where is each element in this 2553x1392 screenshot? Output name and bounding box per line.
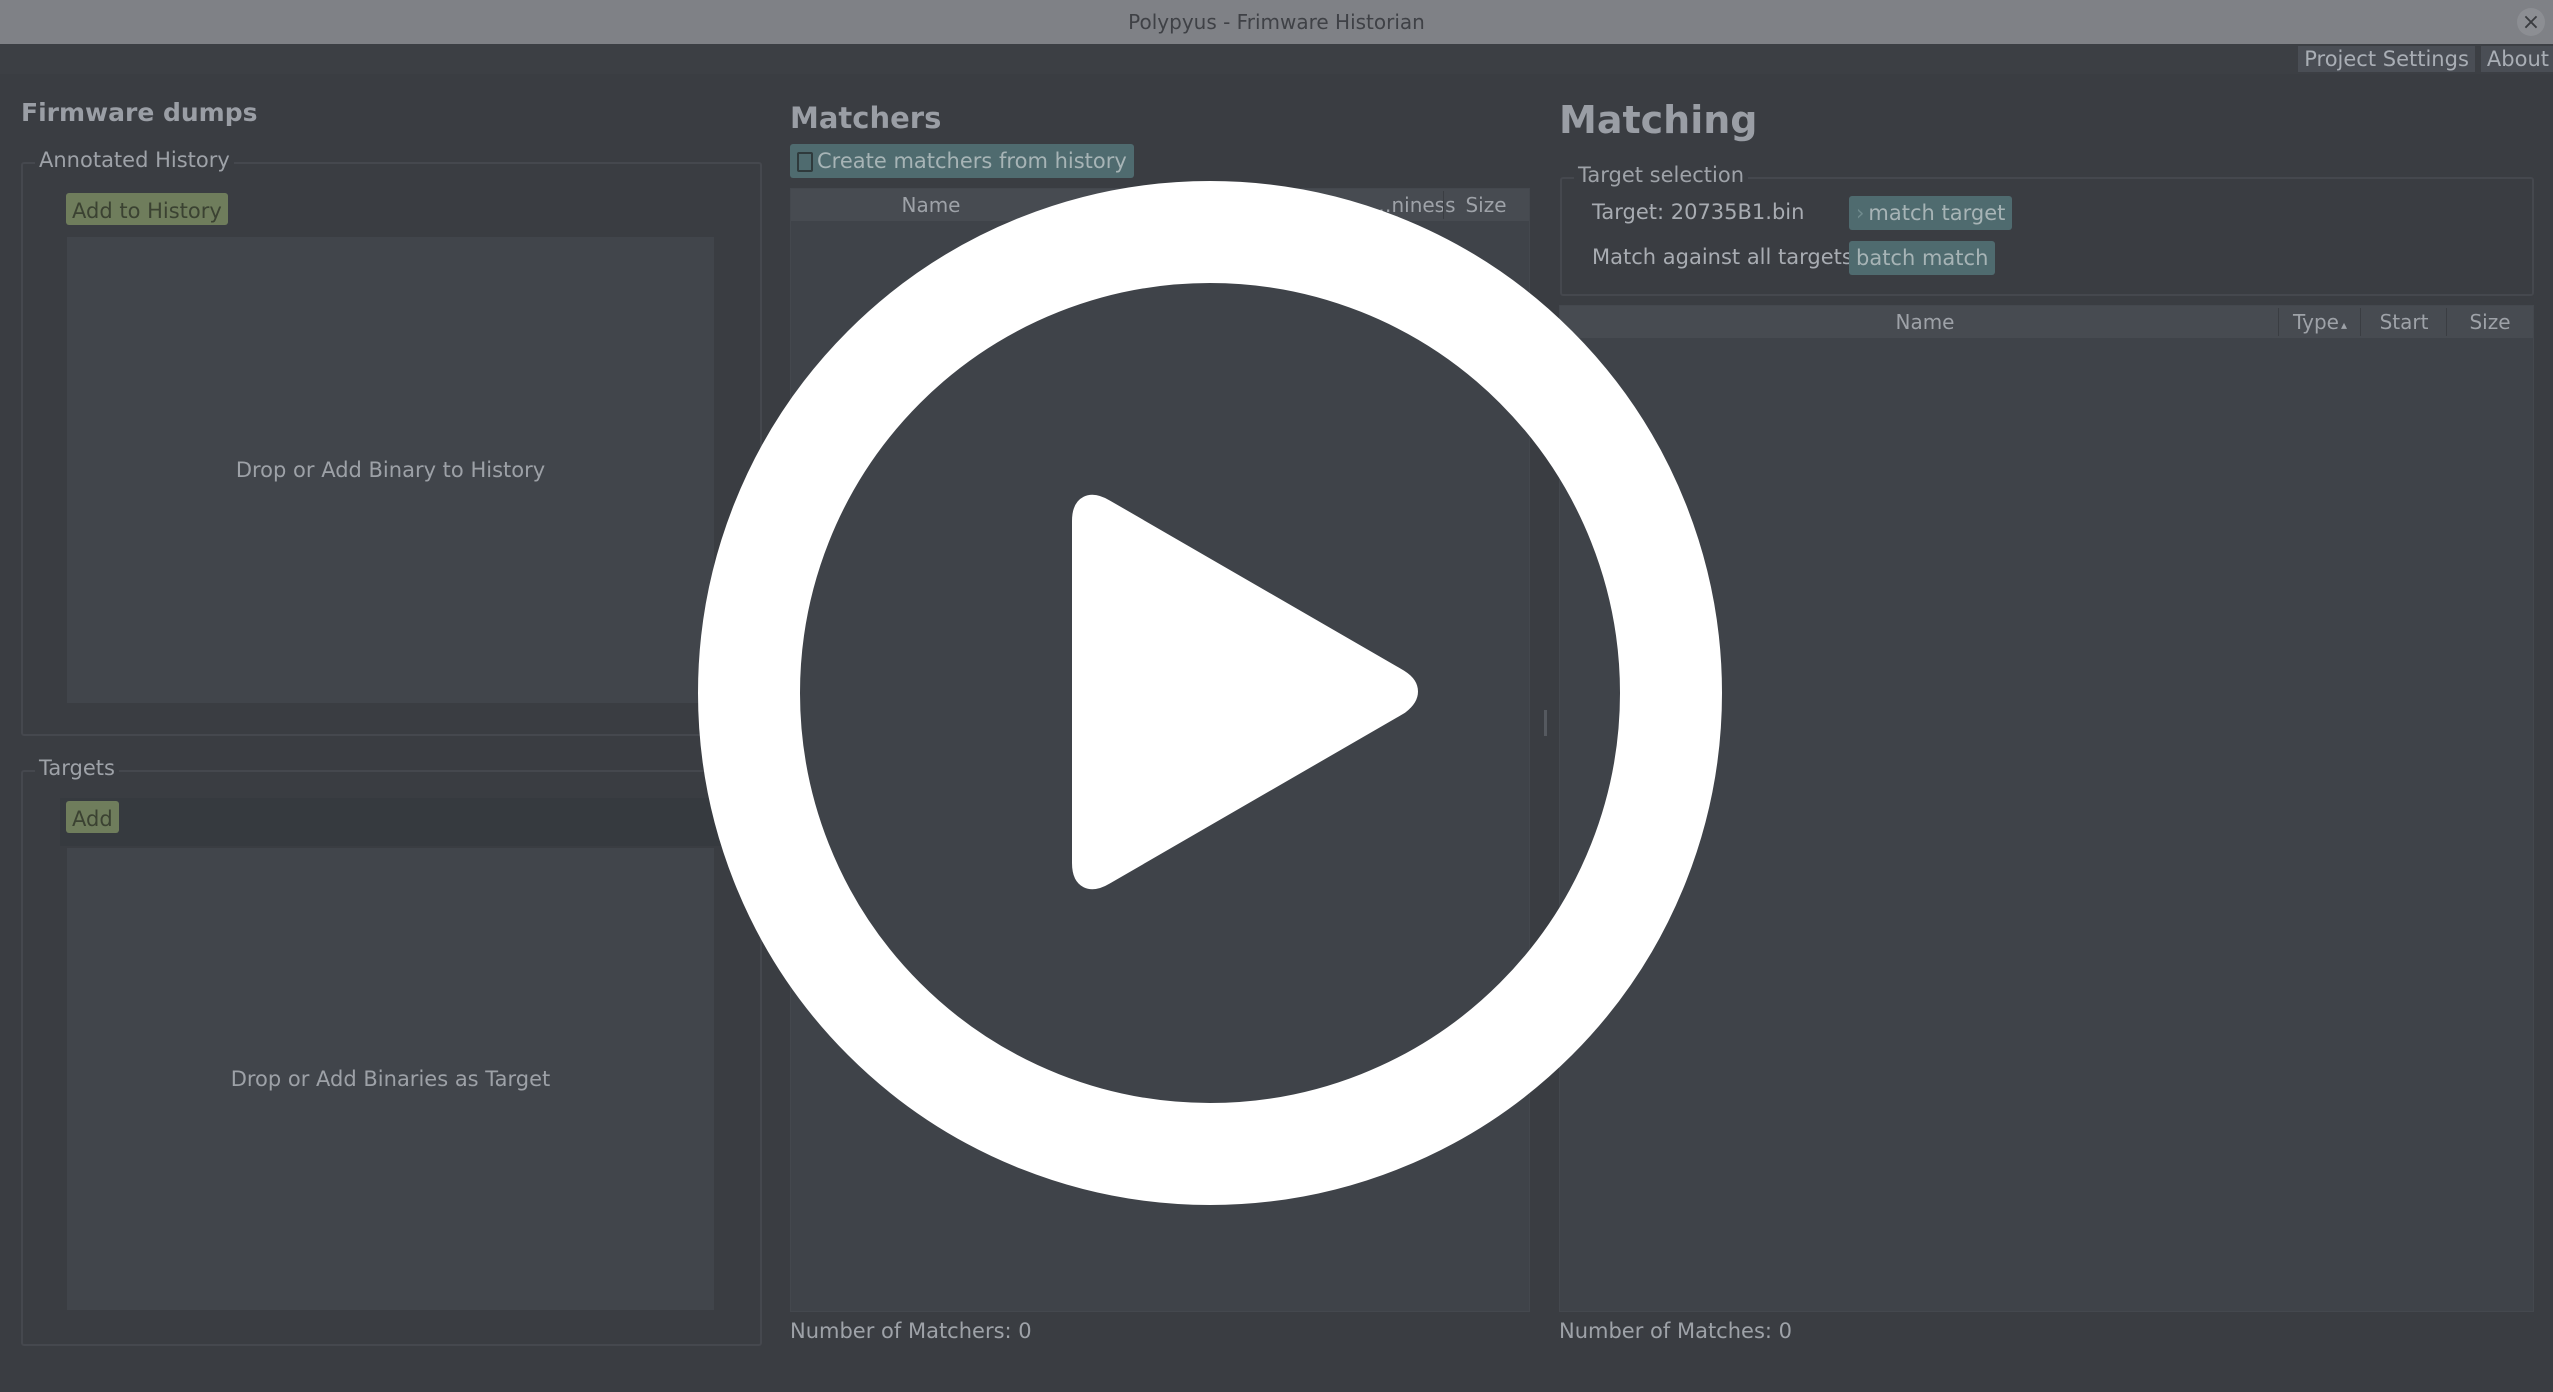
create-matchers-label: Create matchers from history xyxy=(817,149,1127,173)
matches-col-divider xyxy=(2278,308,2279,336)
chevron-right-icon: › xyxy=(1856,201,1865,225)
matches-col-start[interactable]: Start xyxy=(2362,306,2446,338)
close-button[interactable]: × xyxy=(2517,8,2545,36)
menubar: Project Settings About xyxy=(0,44,2553,74)
targets-drop-zone[interactable]: Drop or Add Binaries as Target xyxy=(67,848,714,1310)
match-target-label: match target xyxy=(1868,201,2006,225)
matches-count: Number of Matches: 0 xyxy=(1559,1319,1792,1343)
history-drop-zone[interactable]: Drop or Add Binary to History xyxy=(67,237,714,703)
sort-ascending-icon: ▴ xyxy=(2340,318,2347,332)
match-target-button[interactable]: › match target xyxy=(1849,196,2013,230)
batch-match-button[interactable]: batch match xyxy=(1849,241,1996,275)
firmware-dumps-heading: Firmware dumps xyxy=(21,98,258,127)
close-icon: × xyxy=(2521,9,2541,35)
create-matchers-button[interactable]: Create matchers from history xyxy=(790,144,1134,178)
add-target-button[interactable]: Add xyxy=(66,801,119,833)
app-window: Polypyus - Frimware Historian × Project … xyxy=(0,0,2553,1392)
add-to-history-button[interactable]: Add to History xyxy=(66,193,228,225)
window-title: Polypyus - Frimware Historian xyxy=(1128,10,1425,34)
matchers-count: Number of Matchers: 0 xyxy=(790,1319,1032,1343)
matchers-heading: Matchers xyxy=(790,101,942,135)
play-overlay[interactable] xyxy=(698,181,1722,1205)
matches-col-divider xyxy=(2446,308,2447,336)
window-titlebar: Polypyus - Frimware Historian × xyxy=(0,0,2553,44)
matches-col-type-label: Type xyxy=(2293,310,2339,334)
matches-col-size[interactable]: Size xyxy=(2448,306,2532,338)
document-icon xyxy=(797,152,813,172)
history-drop-hint: Drop or Add Binary to History xyxy=(235,458,546,482)
matches-col-divider xyxy=(2360,308,2361,336)
matching-heading: Matching xyxy=(1559,98,1758,142)
menu-project-settings[interactable]: Project Settings xyxy=(2298,46,2475,72)
annotated-history-legend: Annotated History xyxy=(35,148,234,172)
matches-col-type[interactable]: Type ▴ xyxy=(2280,306,2360,338)
play-icon xyxy=(1072,494,1418,890)
targets-toolbar xyxy=(60,798,756,846)
menu-about[interactable]: About xyxy=(2480,46,2553,72)
targets-drop-hint: Drop or Add Binaries as Target xyxy=(230,1067,551,1091)
targets-legend: Targets xyxy=(35,756,119,780)
